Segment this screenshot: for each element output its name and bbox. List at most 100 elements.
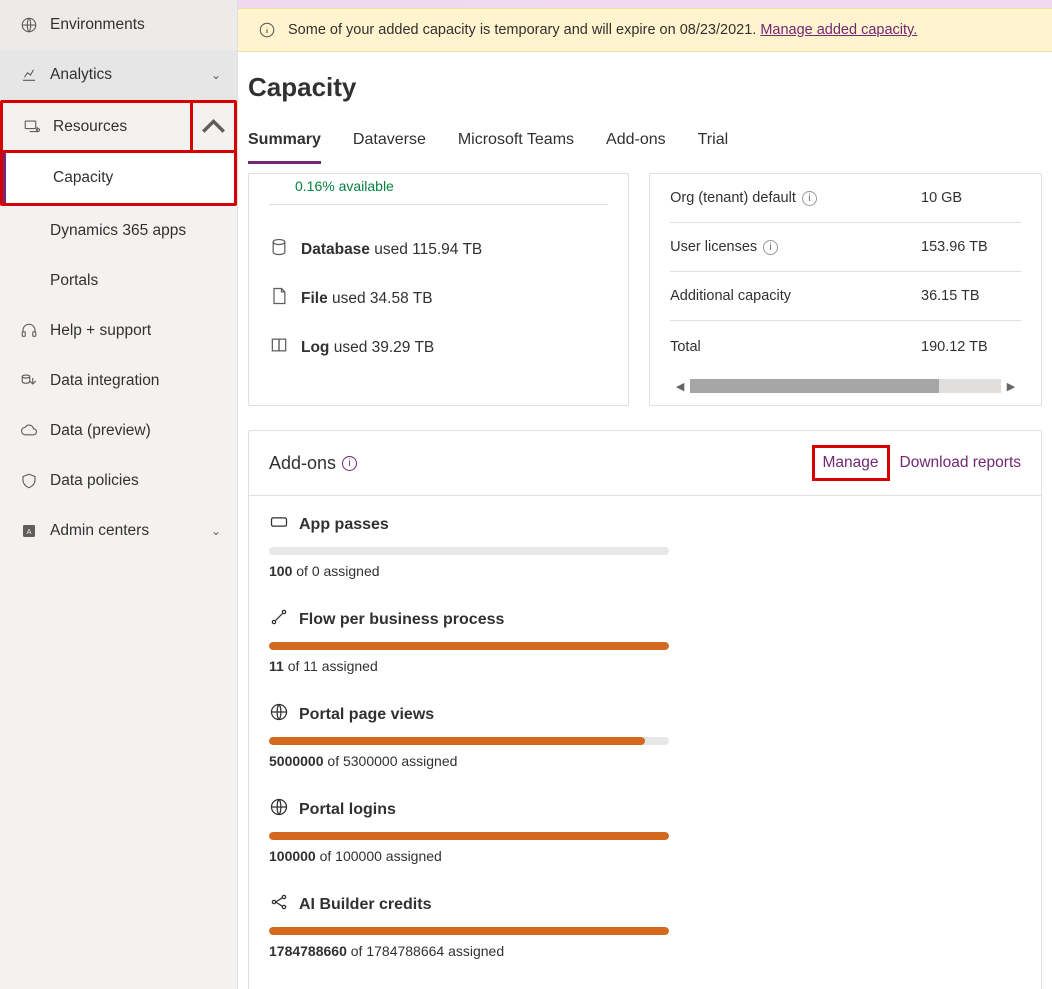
addon-title: Portal page views xyxy=(299,706,434,724)
usage-label: Database xyxy=(301,241,370,258)
database-icon xyxy=(269,237,289,262)
horizontal-scrollbar[interactable]: ◀ ▶ xyxy=(670,377,1021,395)
usage-value: used 115.94 TB xyxy=(370,241,482,258)
table-row: Total190.12 TB xyxy=(670,321,1021,372)
sidebar: Environments Analytics ⌄ Resources Capac… xyxy=(0,0,238,989)
usage-label: Log xyxy=(301,339,329,356)
addon-title: AI Builder credits xyxy=(299,896,431,914)
addon-total: of 5300000 assigned xyxy=(324,753,458,769)
scroll-right-icon[interactable]: ▶ xyxy=(1001,377,1021,395)
chart-line-icon xyxy=(20,66,38,84)
addons-title-text: Add-ons xyxy=(269,453,336,474)
usage-card: 0.16% available Database used 115.94 TB … xyxy=(248,173,629,406)
table-row: Additional capacity36.15 TB xyxy=(670,272,1021,321)
sidebar-label: Dynamics 365 apps xyxy=(50,222,186,240)
headset-icon xyxy=(20,322,38,340)
download-reports-link[interactable]: Download reports xyxy=(900,454,1021,472)
sidebar-label: Data integration xyxy=(50,372,159,390)
tabs: Summary Dataverse Microsoft Teams Add-on… xyxy=(248,131,1042,165)
source-label: Additional capacity xyxy=(670,272,921,321)
sidebar-item-capacity[interactable]: Capacity xyxy=(3,153,234,203)
usage-value: used 34.58 TB xyxy=(328,290,433,307)
resources-icon xyxy=(23,118,41,136)
sidebar-label: Admin centers xyxy=(50,522,149,540)
scroll-left-icon[interactable]: ◀ xyxy=(670,377,690,395)
addon-used: 5000000 xyxy=(269,753,324,769)
manage-button[interactable]: Manage xyxy=(812,445,890,481)
main-content: Some of your added capacity is temporary… xyxy=(238,0,1052,989)
progress-bar xyxy=(269,642,669,650)
addon-item: Portal logins 100000 of 100000 assigned xyxy=(269,797,1021,864)
addon-icon xyxy=(269,702,289,727)
scroll-thumb[interactable] xyxy=(690,379,939,393)
notification-banner: Some of your added capacity is temporary… xyxy=(238,8,1052,52)
progress-bar xyxy=(269,547,669,555)
tab-addons[interactable]: Add-ons xyxy=(606,131,666,164)
chevron-down-icon: ⌄ xyxy=(211,524,221,538)
addon-total: of 11 assigned xyxy=(284,658,378,674)
admin-icon: A xyxy=(20,522,38,540)
addon-icon xyxy=(269,512,289,537)
tab-teams[interactable]: Microsoft Teams xyxy=(458,131,574,164)
sidebar-label: Data (preview) xyxy=(50,422,151,440)
addon-used: 100 xyxy=(269,563,292,579)
addon-item: AI Builder credits1784788660 of 17847886… xyxy=(269,892,1021,959)
addon-title: Portal logins xyxy=(299,801,396,819)
log-icon xyxy=(269,335,289,360)
info-icon[interactable]: i xyxy=(763,240,778,255)
sidebar-label: Portals xyxy=(50,272,98,290)
sidebar-item-datapolicies[interactable]: Data policies xyxy=(0,456,237,506)
addon-title: App passes xyxy=(299,516,389,534)
source-value: 36.15 TB xyxy=(921,272,1021,321)
source-label: Total xyxy=(670,321,921,372)
addon-used: 100000 xyxy=(269,848,316,864)
addon-total: of 0 assigned xyxy=(292,563,379,579)
sidebar-label: Analytics xyxy=(50,66,112,84)
sidebar-item-resources[interactable]: Resources xyxy=(3,103,234,153)
info-icon[interactable]: i xyxy=(342,456,357,471)
source-label: Org (tenant) defaulti xyxy=(670,174,921,223)
sidebar-item-datapreview[interactable]: Data (preview) xyxy=(0,406,237,456)
usage-row-log: Log used 39.29 TB xyxy=(269,323,608,372)
sidebar-item-dataintegration[interactable]: Data integration xyxy=(0,356,237,406)
divider xyxy=(269,204,608,205)
addon-item: App passes 100 of 0 assigned xyxy=(269,512,1021,579)
sidebar-label: Resources xyxy=(53,118,127,136)
addons-title: Add-ons i xyxy=(269,453,357,474)
progress-bar xyxy=(269,832,669,840)
addon-total: of 100000 assigned xyxy=(316,848,442,864)
tab-summary[interactable]: Summary xyxy=(248,131,321,164)
accent-bar xyxy=(238,0,1052,8)
sidebar-item-portals[interactable]: Portals xyxy=(0,256,237,306)
table-row: Org (tenant) defaulti10 GB xyxy=(670,174,1021,223)
usage-row-database: Database used 115.94 TB xyxy=(269,225,608,274)
sidebar-item-d365[interactable]: Dynamics 365 apps xyxy=(0,206,237,256)
sidebar-label: Environments xyxy=(50,16,145,34)
tab-trial[interactable]: Trial xyxy=(698,131,729,164)
usage-row-file: File used 34.58 TB xyxy=(269,274,608,323)
tab-dataverse[interactable]: Dataverse xyxy=(353,131,426,164)
addon-icon xyxy=(269,892,289,917)
svg-text:A: A xyxy=(26,527,31,536)
sidebar-item-environments[interactable]: Environments xyxy=(0,0,237,50)
sidebar-item-admincenters[interactable]: A Admin centers ⌄ xyxy=(0,506,237,556)
addon-item: Flow per business process 11 of 11 assign… xyxy=(269,607,1021,674)
chevron-up-icon[interactable] xyxy=(190,103,234,150)
sidebar-item-help[interactable]: Help + support xyxy=(0,306,237,356)
info-icon[interactable]: i xyxy=(802,191,817,206)
sources-table: Org (tenant) defaulti10 GBUser licensesi… xyxy=(670,174,1021,371)
addons-card: Add-ons i Manage Download reports App pa… xyxy=(248,430,1042,989)
sidebar-label: Capacity xyxy=(53,169,113,187)
usage-label: File xyxy=(301,290,328,307)
addon-item: Portal page views 5000000 of 5300000 assi… xyxy=(269,702,1021,769)
file-icon xyxy=(269,286,289,311)
cloud-icon xyxy=(20,422,38,440)
page-title: Capacity xyxy=(248,72,1042,103)
addon-used: 11 xyxy=(269,658,284,674)
banner-text: Some of your added capacity is temporary… xyxy=(288,22,756,38)
source-value: 153.96 TB xyxy=(921,223,1021,272)
addon-title: Flow per business process xyxy=(299,611,504,629)
sidebar-item-analytics[interactable]: Analytics ⌄ xyxy=(0,50,237,100)
data-integration-icon xyxy=(20,372,38,390)
banner-link[interactable]: Manage added capacity. xyxy=(760,22,917,38)
